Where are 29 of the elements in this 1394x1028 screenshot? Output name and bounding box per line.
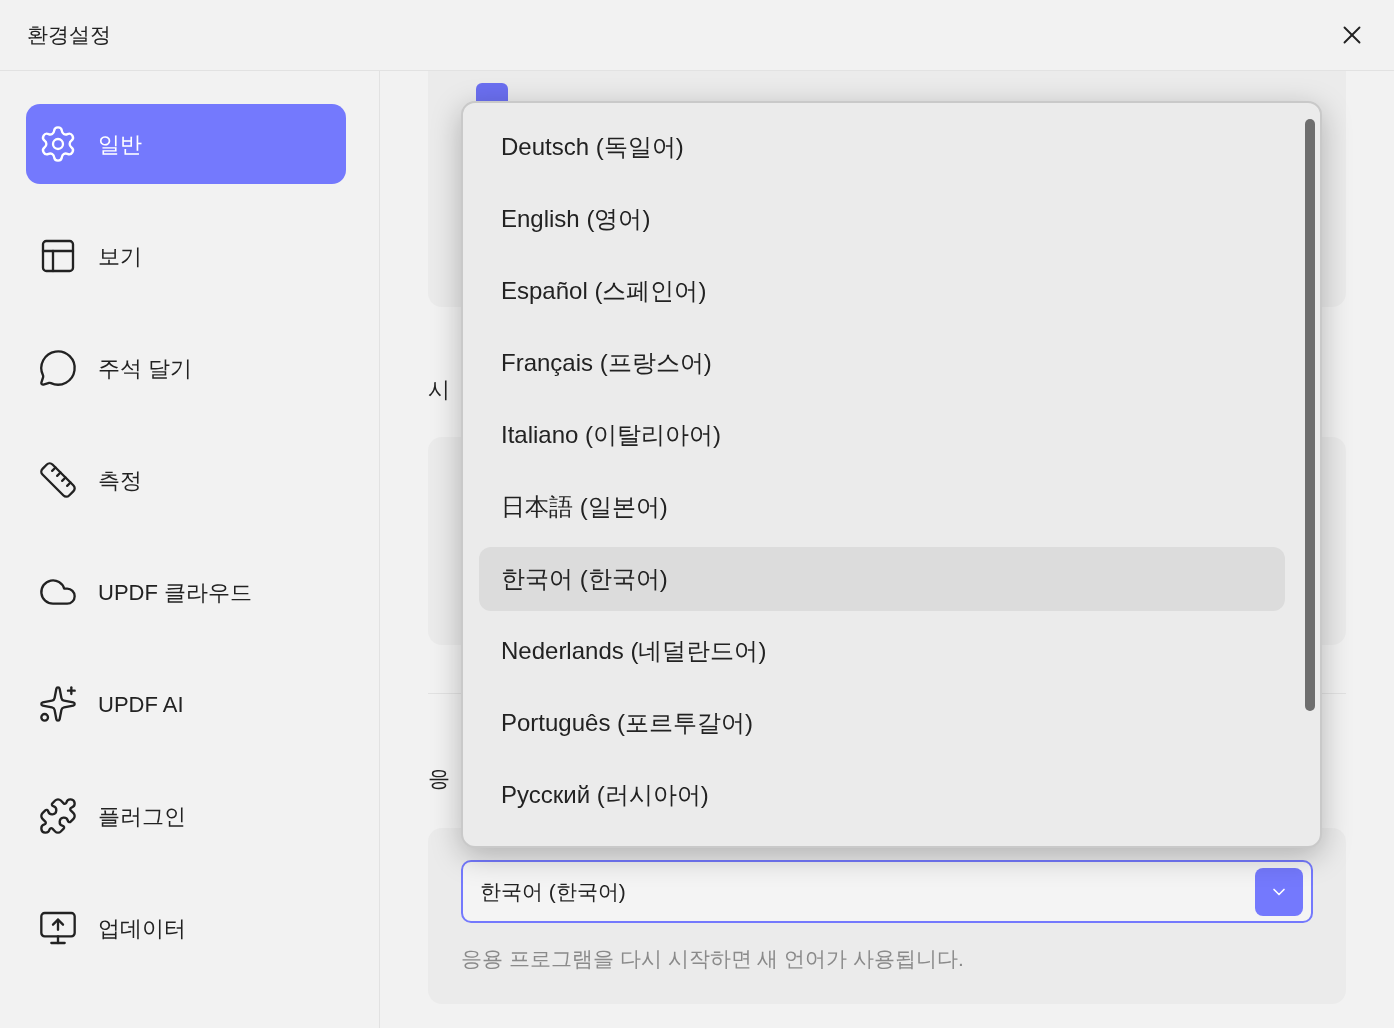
sidebar-item[interactable]: UPDF 클라우드 <box>26 552 346 632</box>
dropdown-option[interactable]: Italiano (이탈리아어) <box>479 403 1285 467</box>
dropdown-option[interactable]: Deutsch (독일어) <box>479 115 1285 179</box>
section-heading: 응 <box>428 765 450 793</box>
sidebar-item[interactable]: 보기 <box>26 216 346 296</box>
dropdown-option[interactable]: Français (프랑스어) <box>479 331 1285 395</box>
dropdown-option[interactable]: Nederlands (네덜란드어) <box>479 619 1285 683</box>
ruler-icon <box>38 460 78 500</box>
language-select[interactable]: 한국어 (한국어) <box>461 860 1313 923</box>
sidebar-item[interactable]: 측정 <box>26 440 346 520</box>
dropdown-option[interactable]: Português (포르투갈어) <box>479 691 1285 755</box>
window-title: 환경설정 <box>27 22 111 49</box>
section-heading: 시 <box>428 376 450 404</box>
sidebar-item[interactable]: 업데이터 <box>26 888 346 968</box>
sparkle-icon <box>38 684 78 724</box>
dropdown-option[interactable]: English (영어) <box>479 187 1285 251</box>
speech-bubble-icon <box>38 348 78 388</box>
sidebar-item[interactable]: 일반 <box>26 104 346 184</box>
puzzle-icon <box>38 796 78 836</box>
hint-text: 응용 프로그램을 다시 시작하면 새 언어가 사용됩니다. <box>461 946 964 972</box>
dropdown-button[interactable] <box>1255 867 1303 916</box>
dropdown-option[interactable]: Español (스페인어) <box>479 259 1285 323</box>
sidebar-item[interactable]: 플러그인 <box>26 776 346 856</box>
sidebar-item[interactable]: 주석 달기 <box>26 328 346 408</box>
dropdown-option[interactable]: Русский (러시아어) <box>479 763 1285 827</box>
dropdown-option[interactable]: 日本語 (일본어) <box>479 475 1285 539</box>
scrollbar[interactable] <box>1305 119 1315 711</box>
dropdown-option[interactable]: 한국어 (한국어) <box>479 547 1285 611</box>
sidebar-item[interactable]: UPDF AI <box>26 664 346 744</box>
